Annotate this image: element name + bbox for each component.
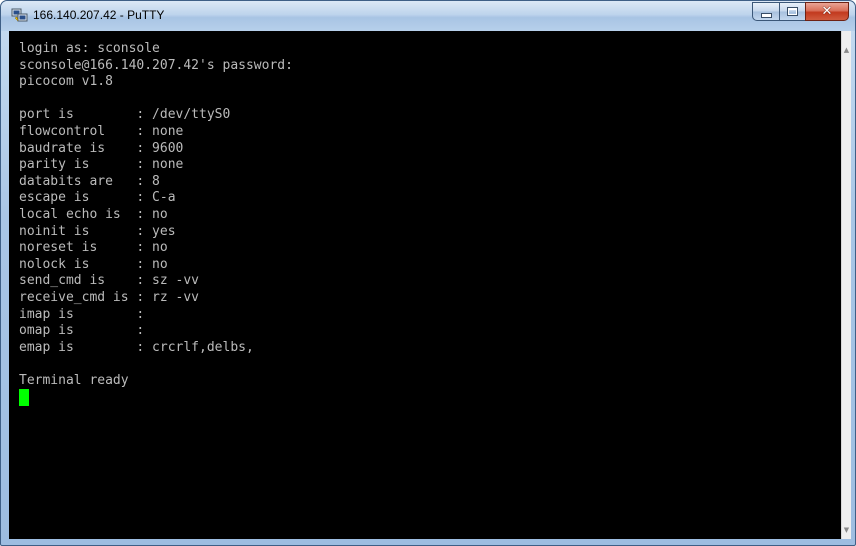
terminal-line: imap is : — [19, 306, 145, 322]
terminal-line: receive_cmd is : rz -vv — [19, 289, 200, 305]
vertical-scrollbar[interactable]: ▲ ▼ — [841, 31, 851, 539]
terminal-line: baudrate is : 9600 — [19, 140, 184, 156]
terminal-line: port is : /dev/ttyS0 — [19, 107, 231, 123]
terminal-line: emap is : crcrlf,delbs, — [19, 339, 254, 355]
terminal-line: databits are : 8 — [19, 173, 160, 189]
close-icon: ✕ — [821, 4, 833, 19]
terminal-line: picocom v1.8 — [19, 74, 113, 90]
terminal-line: noinit is : yes — [19, 223, 176, 239]
terminal-line: noreset is : no — [19, 240, 168, 256]
terminal-line: Terminal ready — [19, 372, 129, 388]
title-bar[interactable]: 166.140.207.42 - PuTTY ✕ — [1, 1, 855, 31]
putty-icon[interactable] — [11, 8, 28, 23]
terminal-line: flowcontrol : none — [19, 123, 184, 139]
terminal-cursor — [19, 389, 29, 407]
terminal-screen[interactable]: login as: sconsole sconsole@166.140.207.4… — [9, 31, 841, 539]
terminal-line: nolock is : no — [19, 256, 168, 272]
terminal-line: parity is : none — [19, 157, 184, 173]
scroll-down-icon[interactable]: ▼ — [843, 525, 850, 535]
terminal-line: local echo is : no — [19, 206, 168, 222]
putty-window: 166.140.207.42 - PuTTY ✕ login as: scons… — [0, 0, 856, 546]
caption-buttons: ✕ — [752, 2, 849, 21]
terminal-line: login as: sconsole — [19, 41, 160, 56]
minimize-button[interactable] — [752, 2, 779, 21]
scroll-up-icon[interactable]: ▲ — [843, 45, 850, 55]
maximize-button[interactable] — [779, 2, 805, 21]
terminal-output: login as: sconsole sconsole@166.140.207.4… — [19, 41, 293, 407]
terminal-line: sconsole@166.140.207.42's password: — [19, 57, 293, 73]
cursor-line — [19, 389, 293, 407]
terminal-line: send_cmd is : sz -vv — [19, 273, 200, 289]
minimize-icon — [760, 12, 772, 18]
maximize-icon — [787, 7, 798, 16]
window-title: 166.140.207.42 - PuTTY — [33, 8, 165, 22]
close-button[interactable]: ✕ — [805, 2, 849, 21]
terminal-line: omap is : — [19, 323, 145, 339]
terminal-line: escape is : C-a — [19, 190, 176, 206]
